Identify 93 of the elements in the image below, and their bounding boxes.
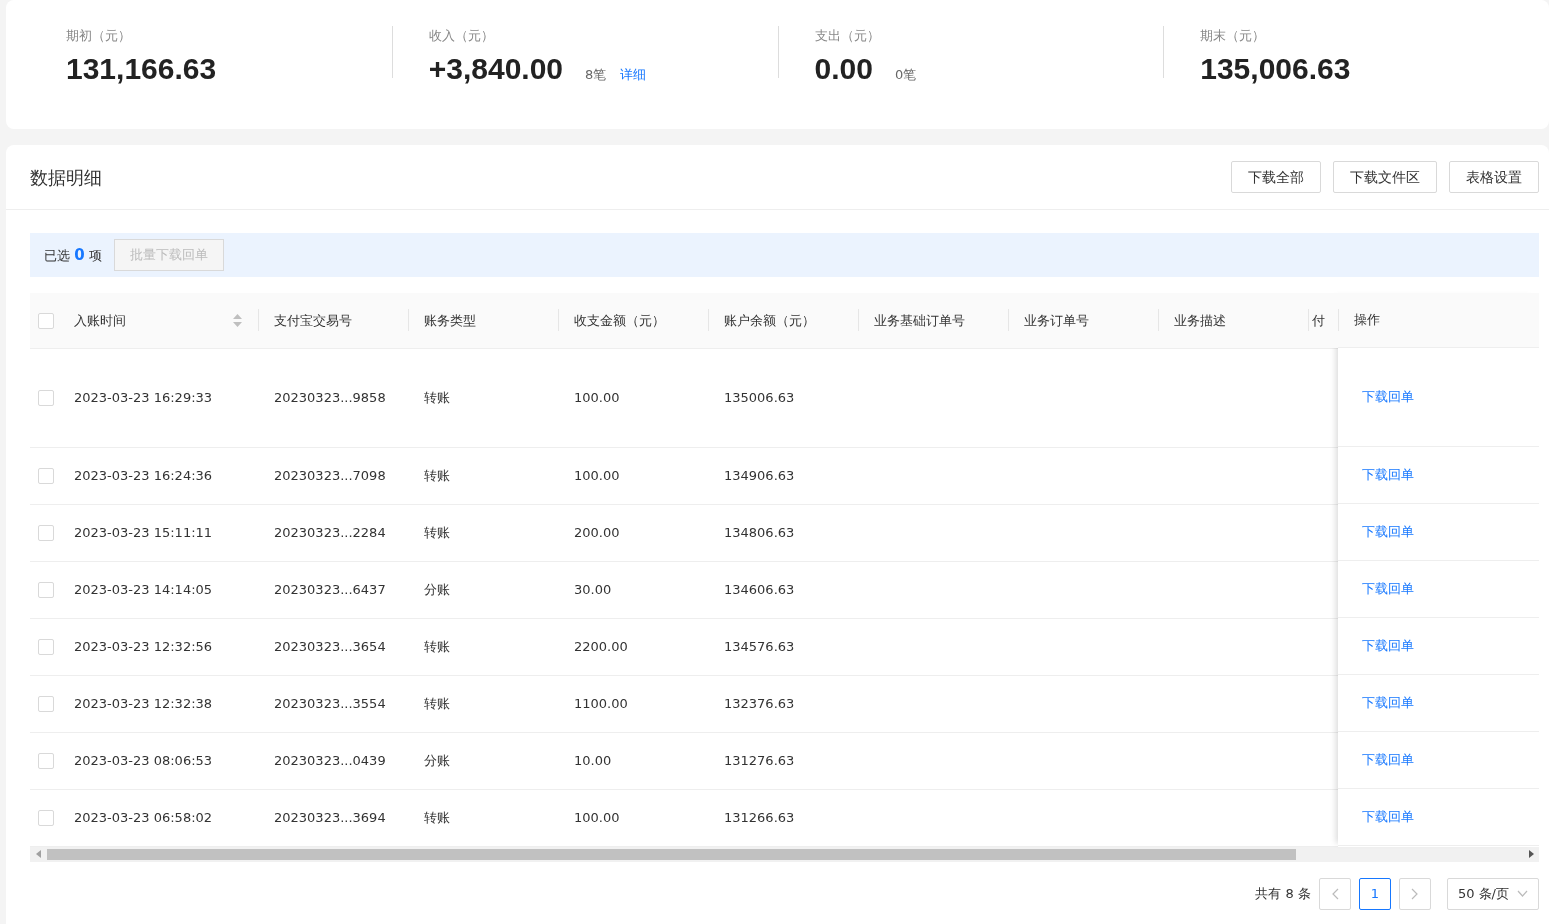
detail-link[interactable]: 详细 xyxy=(620,64,647,84)
table-cell: 100.00 xyxy=(574,809,620,825)
table-cell: 转账 xyxy=(424,809,450,825)
column-header: 业务基础订单号 xyxy=(874,311,965,330)
table-cell: 134606.63 xyxy=(724,581,795,597)
column-header: 账户余额（元） xyxy=(724,311,815,330)
table-cell: 134576.63 xyxy=(724,638,795,654)
table-cell: 100.00 xyxy=(574,389,620,405)
checkbox[interactable] xyxy=(38,468,54,485)
chevron-right-icon xyxy=(1410,887,1419,900)
transaction-count: 8笔 xyxy=(585,65,607,84)
table-cell: 100.00 xyxy=(574,467,620,483)
table-cell: 135006.63 xyxy=(724,389,795,405)
column-header: 入账时间 xyxy=(74,311,126,330)
checkbox[interactable] xyxy=(38,525,54,542)
table-cell: 转账 xyxy=(424,638,450,654)
table-cell: 20230323...3554 xyxy=(274,695,386,711)
scrollbar-thumb[interactable] xyxy=(47,848,1296,860)
column-header: 业务描述 xyxy=(1174,311,1226,330)
toolbar-button[interactable]: 下载文件区 xyxy=(1333,161,1437,193)
checkbox[interactable] xyxy=(38,696,54,713)
column-header: 收支金额（元） xyxy=(574,311,665,330)
stat-label: 期初（元） xyxy=(66,27,131,45)
table-cell: 转账 xyxy=(424,389,450,405)
table-cell: 30.00 xyxy=(574,581,612,597)
table-cell: 转账 xyxy=(424,695,450,711)
column-header: 支付宝交易号 xyxy=(274,311,352,330)
chevron-left-icon xyxy=(1330,887,1339,900)
download-receipt-link[interactable]: 下载回单 xyxy=(1362,522,1414,542)
stat-amount: 0.00 xyxy=(814,51,873,85)
table-cell: 转账 xyxy=(424,524,450,540)
page-button[interactable]: 1 xyxy=(1358,877,1391,910)
column-header: 付 xyxy=(1312,311,1325,330)
selection-count-text: 已选 0 项 xyxy=(44,244,102,266)
table-cell: 131266.63 xyxy=(724,809,795,825)
checkbox[interactable] xyxy=(38,313,54,329)
table-cell: 20230323...2284 xyxy=(274,524,386,540)
stat-amount: 135,006.63 xyxy=(1200,51,1351,85)
checkbox[interactable] xyxy=(38,810,54,827)
table-cell: 2023-03-23 15:11:11 xyxy=(74,524,213,540)
table-cell: 2200.00 xyxy=(574,638,628,654)
table-cell: 20230323...3654 xyxy=(274,638,386,654)
table-cell: 20230323...0439 xyxy=(274,752,386,768)
table-cell: 131276.63 xyxy=(724,752,795,768)
section-title: 数据明细 xyxy=(30,165,103,190)
table-cell: 2023-03-23 12:32:38 xyxy=(74,695,213,711)
table-cell: 134906.63 xyxy=(724,467,795,483)
sort-icon[interactable] xyxy=(233,313,242,327)
table-cell: 2023-03-23 16:24:36 xyxy=(74,467,213,483)
table-cell: 10.00 xyxy=(574,752,612,768)
stat-label: 支出（元） xyxy=(814,27,880,45)
table-cell: 2023-03-23 06:58:02 xyxy=(74,809,213,825)
column-header: 账务类型 xyxy=(424,311,476,330)
stat-amount: 131,166.63 xyxy=(66,51,217,85)
checkbox[interactable] xyxy=(38,390,54,407)
download-receipt-link[interactable]: 下载回单 xyxy=(1362,387,1414,407)
table-cell: 132376.63 xyxy=(724,695,795,711)
table-cell: 134806.63 xyxy=(724,524,795,540)
checkbox[interactable] xyxy=(38,639,54,656)
table-cell: 分账 xyxy=(424,581,450,597)
table-cell: 2023-03-23 12:32:56 xyxy=(74,638,213,654)
table-cell: 20230323...7098 xyxy=(274,467,386,483)
table-cell: 20230323...3694 xyxy=(274,809,386,825)
table-cell: 20230323...6437 xyxy=(274,581,386,597)
table-cell: 200.00 xyxy=(574,524,620,540)
column-header: 业务订单号 xyxy=(1024,311,1089,330)
download-receipt-link[interactable]: 下载回单 xyxy=(1362,579,1414,599)
table-cell: 20230323...9858 xyxy=(274,389,386,405)
caret-icon xyxy=(1517,890,1528,897)
table-cell: 分账 xyxy=(424,752,450,768)
table-cell: 转账 xyxy=(424,467,450,483)
stat-amount: +3,840.00 xyxy=(428,51,564,85)
download-receipt-link[interactable]: 下载回单 xyxy=(1362,465,1414,485)
total-count: 共有 8 条 xyxy=(1255,884,1311,903)
toolbar-button[interactable]: 表格设置 xyxy=(1449,161,1539,193)
table-cell: 1100.00 xyxy=(574,695,628,711)
column-header: 操作 xyxy=(1354,311,1380,330)
toolbar-button[interactable]: 下载全部 xyxy=(1231,161,1321,193)
checkbox[interactable] xyxy=(38,582,54,599)
download-receipt-link[interactable]: 下载回单 xyxy=(1362,750,1414,770)
checkbox[interactable] xyxy=(38,753,54,770)
download-receipt-link[interactable]: 下载回单 xyxy=(1362,636,1414,656)
transaction-count: 0笔 xyxy=(894,65,917,84)
scroll-right-icon[interactable] xyxy=(1529,850,1534,858)
stat-label: 收入（元） xyxy=(428,27,494,45)
download-receipt-link[interactable]: 下载回单 xyxy=(1362,693,1414,713)
download-receipt-link[interactable]: 下载回单 xyxy=(1362,807,1414,827)
table-cell: 2023-03-23 16:29:33 xyxy=(74,389,213,405)
stat-label: 期末（元） xyxy=(1200,27,1266,45)
page-size-select[interactable]: 50 条/页 xyxy=(1446,877,1539,910)
table-cell: 2023-03-23 14:14:05 xyxy=(74,581,213,597)
table-cell: 2023-03-23 08:06:53 xyxy=(74,752,213,768)
scroll-left-icon[interactable] xyxy=(36,850,41,858)
